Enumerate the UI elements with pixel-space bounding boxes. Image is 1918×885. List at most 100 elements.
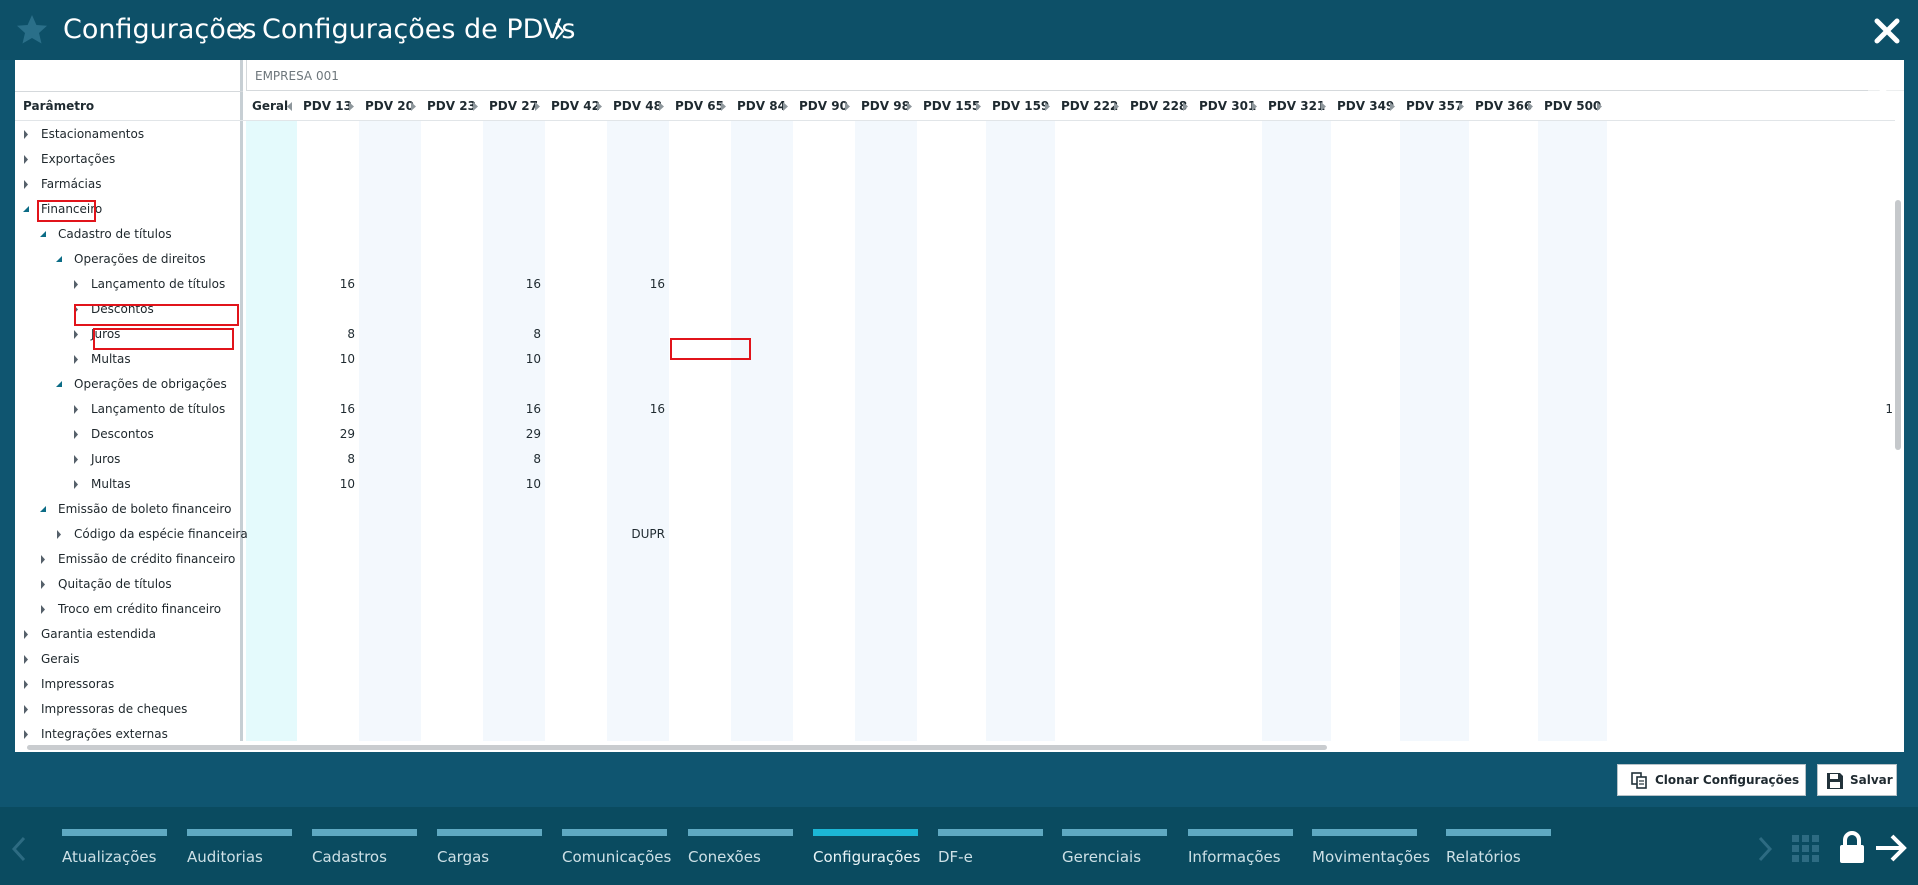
nav-item-gerenciais[interactable]: Gerenciais [1062,829,1168,869]
tree-toggle-icon[interactable] [23,180,31,189]
tree-item-cadastro-de-titulos[interactable]: Cadastro de títulos [40,222,241,247]
nav-item-movimentacoes[interactable]: Movimentações [1312,829,1430,869]
tree-toggle-icon[interactable] [23,130,31,139]
tree-toggle-icon[interactable] [73,330,81,339]
tree-toggle-icon[interactable] [73,405,81,414]
clone-config-button[interactable]: Clonar Configurações [1617,764,1806,796]
column-header-pdv-65[interactable]: PDV 65 [675,99,724,113]
tree-toggle-icon[interactable] [40,505,48,514]
tree-item-descontos[interactable]: Descontos [73,422,241,447]
tree-item-estacionamentos[interactable]: Estacionamentos [23,122,241,147]
close-icon[interactable] [1872,16,1902,46]
value-cell[interactable]: DUPR [605,527,665,541]
column-sort-icon[interactable] [1390,102,1396,111]
tree-toggle-icon[interactable] [56,380,64,389]
value-cell[interactable]: 16 [605,277,665,291]
nav-item-df-e[interactable]: DF-e [938,829,1044,869]
nav-item-cargas[interactable]: Cargas [437,829,543,869]
column-sort-icon[interactable] [1183,102,1189,111]
tree-item-quitacao-de-titulos[interactable]: Quitação de títulos [40,572,241,597]
nav-item-atualizacoes[interactable]: Atualizações [62,829,168,869]
tree-toggle-icon[interactable] [73,430,81,439]
column-sort-icon[interactable] [783,102,789,111]
tree-item-gerais[interactable]: Gerais [23,647,241,672]
column-header-pdv-321[interactable]: PDV 321 [1268,99,1325,113]
column-header-pdv-90[interactable]: PDV 90 [799,99,848,113]
value-cell[interactable]: 16 [295,402,355,416]
chevron-left-icon[interactable] [10,835,28,863]
value-cell[interactable]: 16 [605,402,665,416]
chevron-right-icon[interactable] [1756,835,1774,863]
value-cell[interactable]: 16 [481,277,541,291]
column-sort-icon[interactable] [411,102,417,111]
nav-item-cadastros[interactable]: Cadastros [312,829,418,869]
value-cell[interactable]: 8 [295,452,355,466]
column-sort-icon[interactable] [1459,102,1465,111]
column-sort-icon[interactable] [1114,102,1120,111]
column-header-pdv-20[interactable]: PDV 20 [365,99,414,113]
tree-item-garantia-estendida[interactable]: Garantia estendida [23,622,241,647]
column-sort-icon[interactable] [1252,102,1258,111]
tree-item-multas[interactable]: Multas [73,472,241,497]
tree-item-integracoes-externas[interactable]: Integrações externas [23,722,241,747]
tree-toggle-icon[interactable] [40,605,48,614]
value-cell[interactable]: 10 [295,477,355,491]
tree-toggle-icon[interactable] [40,555,48,564]
column-header-pdv-42[interactable]: PDV 42 [551,99,600,113]
value-cell[interactable]: 8 [481,452,541,466]
value-cell[interactable]: 16 [295,277,355,291]
value-cell[interactable]: 10 [481,477,541,491]
nav-item-auditorias[interactable]: Auditorias [187,829,293,869]
tree-item-troco-em-credito-financeiro[interactable]: Troco em crédito financeiro [40,597,241,622]
grid-icon[interactable] [1791,834,1821,864]
nav-item-informacoes[interactable]: Informações [1188,829,1294,869]
vertical-scrollbar[interactable] [1895,200,1901,450]
tree-item-operacoes-de-direitos[interactable]: Operações de direitos [56,247,241,272]
column-header-pdv-366[interactable]: PDV 366 [1475,99,1532,113]
arrow-right-icon[interactable] [1874,833,1908,863]
tree-toggle-icon[interactable] [40,230,48,239]
column-header-pdv-98[interactable]: PDV 98 [861,99,910,113]
tree-toggle-icon[interactable] [73,455,81,464]
tree-item-operacoes-de-obrigacoes[interactable]: Operações de obrigações [56,372,241,397]
column-sort-icon[interactable] [976,102,982,111]
tree-toggle-icon[interactable] [56,255,64,264]
value-cell[interactable]: 8 [295,327,355,341]
value-cell[interactable]: 10 [481,352,541,366]
nav-item-configuracoes[interactable]: Configurações [813,829,920,869]
column-header-pdv-155[interactable]: PDV 155 [923,99,980,113]
column-header-pdv-84[interactable]: PDV 84 [737,99,786,113]
tree-toggle-icon[interactable] [23,655,31,664]
tree-toggle-icon[interactable] [23,155,31,164]
column-sort-icon[interactable] [721,102,727,111]
column-sort-icon[interactable] [349,102,355,111]
column-header-pdv-23[interactable]: PDV 23 [427,99,476,113]
save-button[interactable]: Salvar [1817,764,1897,796]
column-header-pdv-301[interactable]: PDV 301 [1199,99,1256,113]
tree-toggle-icon[interactable] [40,580,48,589]
column-sort-icon[interactable] [535,102,541,111]
column-sort-icon[interactable] [473,102,479,111]
tree-item-lancamento-de-titulos[interactable]: Lançamento de títulos [73,397,241,422]
tree-toggle-icon[interactable] [23,705,31,714]
tree-item-multas[interactable]: Multas [73,347,241,372]
collapse-panel-button[interactable] [1868,63,1904,111]
column-sort-icon[interactable] [1528,102,1534,111]
value-cell[interactable]: 8 [481,327,541,341]
tree-item-juros[interactable]: Juros [73,447,241,472]
tree-item-exportacoes[interactable]: Exportações [23,147,241,172]
tree-toggle-icon[interactable] [73,480,81,489]
tree-toggle-icon[interactable] [23,680,31,689]
breadcrumb-configuracoes[interactable]: Configurações [63,12,256,48]
tree-item-impressoras-de-cheques[interactable]: Impressoras de cheques [23,697,241,722]
tree-item-farmacias[interactable]: Farmácias [23,172,241,197]
nav-item-relatorios[interactable]: Relatórios [1446,829,1552,869]
tree-toggle-icon[interactable] [56,530,64,539]
tree-toggle-icon[interactable] [23,630,31,639]
tree-item-lancamento-de-titulos[interactable]: Lançamento de títulos [73,272,241,297]
tree-toggle-icon[interactable] [23,205,31,214]
value-cell[interactable]: 16 [481,402,541,416]
value-cell[interactable]: 10 [295,352,355,366]
column-header-pdv-228[interactable]: PDV 228 [1130,99,1187,113]
column-header-pdv-48[interactable]: PDV 48 [613,99,662,113]
